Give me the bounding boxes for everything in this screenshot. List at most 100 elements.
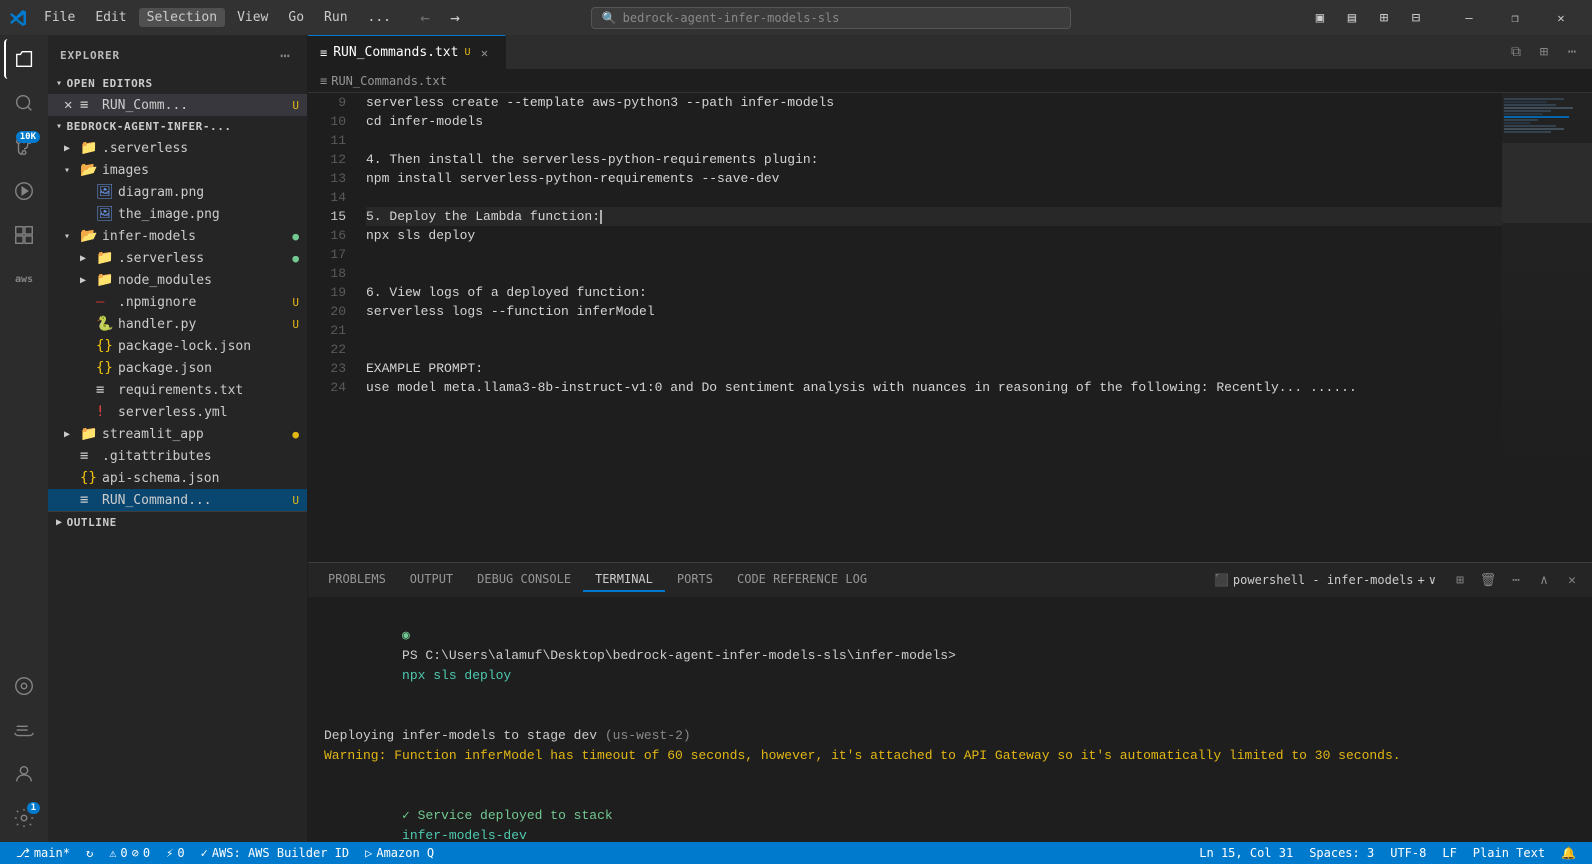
streamlit-arrow: ▶ <box>64 429 80 440</box>
aws-icon[interactable]: aws <box>4 259 44 299</box>
open-in-editor-btn[interactable]: ⧉ <box>1504 40 1528 64</box>
errors-status[interactable]: ⚠ 0 ⊘ 0 <box>101 842 158 864</box>
split-editor-btn[interactable]: ⊞ <box>1532 40 1556 64</box>
project-label: BEDROCK-AGENT-INFER-... <box>67 120 232 133</box>
explorer-icon[interactable] <box>4 39 44 79</box>
menu-go[interactable]: Go <box>280 8 312 27</box>
term-line-3: Deploying infer-models to stage dev (us-… <box>324 726 1576 746</box>
menu-view[interactable]: View <box>229 8 276 27</box>
eol-status[interactable]: LF <box>1434 846 1464 860</box>
split-terminal-btn[interactable]: ⊞ <box>1448 568 1472 592</box>
menu-selection[interactable]: Selection <box>139 8 225 27</box>
encoding-status[interactable]: UTF-8 <box>1382 846 1434 860</box>
menu-edit[interactable]: Edit <box>87 8 134 27</box>
run-commands-tab[interactable]: ≡ RUN_Commands.txt U ✕ <box>308 35 506 69</box>
new-file-button[interactable]: ⋯ <box>275 45 295 65</box>
code-content[interactable]: serverless create --template aws-python3… <box>358 93 1502 562</box>
open-editor-run-commands[interactable]: ✕ ≡ RUN_Comm... U <box>48 94 307 116</box>
run-commands-label: RUN_Command... <box>102 493 292 508</box>
handler-py-file[interactable]: 🐍 handler.py U <box>48 313 307 335</box>
source-control-badge: 10K <box>16 131 40 143</box>
remote-icon[interactable] <box>4 666 44 706</box>
file-tree: ▶ 📁 .serverless ▾ 📂 images 🖼 diagram.png <box>48 137 307 511</box>
node-modules-folder[interactable]: ▶ 📁 node_modules <box>48 269 307 291</box>
extensions-icon[interactable] <box>4 215 44 255</box>
more-terminal-btn[interactable]: ⋯ <box>1504 568 1528 592</box>
layout-panel-btn[interactable]: ▤ <box>1338 7 1366 29</box>
account-icon[interactable] <box>4 754 44 794</box>
cursor-position[interactable]: Ln 15, Col 31 <box>1191 846 1301 860</box>
language-status[interactable]: Plain Text <box>1465 846 1553 860</box>
gitattributes-file[interactable]: ≡ .gitattributes <box>48 445 307 467</box>
close-panel-btn[interactable]: ✕ <box>1560 568 1584 592</box>
requirements-txt-file[interactable]: ≡ requirements.txt <box>48 379 307 401</box>
code-line-15: 5. Deploy the Lambda function: <box>366 207 1502 226</box>
code-line-11 <box>366 131 1502 150</box>
amazon-q-status[interactable]: ▷ Amazon Q <box>357 842 442 864</box>
problems-tab[interactable]: PROBLEMS <box>316 568 398 592</box>
outline-header[interactable]: ▶ OUTLINE <box>48 512 307 533</box>
serverless-yml-file[interactable]: ! serverless.yml <box>48 401 307 423</box>
search-icon[interactable] <box>4 83 44 123</box>
terminal-output[interactable]: ◉ PS C:\Users\alamuf\Desktop\bedrock-age… <box>308 598 1592 842</box>
tab-close-button[interactable]: ✕ <box>477 45 493 61</box>
images-folder[interactable]: ▾ 📂 images <box>48 159 307 181</box>
terminal-instance-btn[interactable]: ⬛ powershell - infer-models + ∨ <box>1206 571 1444 589</box>
project-header[interactable]: ▾ BEDROCK-AGENT-INFER-... <box>48 116 307 137</box>
editor-body[interactable]: 9 10 11 12 13 14 15 16 17 18 19 20 21 22… <box>308 93 1592 562</box>
run-debug-icon[interactable] <box>4 171 44 211</box>
aws-builder-status[interactable]: ✓ AWS: AWS Builder ID <box>193 842 358 864</box>
maximize-panel-btn[interactable]: ∧ <box>1532 568 1556 592</box>
terminal-tab[interactable]: TERMINAL <box>583 568 665 592</box>
output-tab[interactable]: OUTPUT <box>398 568 465 592</box>
forward-button[interactable]: → <box>441 7 469 29</box>
package-json-file[interactable]: {} package.json <box>48 357 307 379</box>
settings-icon[interactable]: 1 <box>4 798 44 838</box>
close-icon[interactable]: ✕ <box>64 97 80 113</box>
images-arrow: ▾ <box>64 165 80 176</box>
infer-serverless-folder[interactable]: ▶ 📁 .serverless ● <box>48 247 307 269</box>
menu-more[interactable]: ... <box>360 8 399 27</box>
infer-models-folder[interactable]: ▾ 📂 infer-models ● <box>48 225 307 247</box>
back-button[interactable]: ← <box>411 7 439 29</box>
streamlit-folder[interactable]: ▶ 📁 streamlit_app ● <box>48 423 307 445</box>
spaces-status[interactable]: Spaces: 3 <box>1301 846 1382 860</box>
notifications-status[interactable]: ⚡ 0 <box>158 842 192 864</box>
layout-grid-btn[interactable]: ⊟ <box>1402 7 1430 29</box>
api-schema-file[interactable]: {} api-schema.json <box>48 467 307 489</box>
sync-status[interactable]: ↻ <box>78 842 101 864</box>
requirements-label: requirements.txt <box>118 383 307 398</box>
terminal-panel: PROBLEMS OUTPUT DEBUG CONSOLE TERMINAL P… <box>308 562 1592 842</box>
source-control-icon[interactable]: 10K <box>4 127 44 167</box>
debug-console-tab[interactable]: DEBUG CONSOLE <box>465 568 583 592</box>
window-controls: — ❐ ✕ <box>1446 0 1584 35</box>
layout-split-btn[interactable]: ⊞ <box>1370 7 1398 29</box>
menu-run[interactable]: Run <box>316 8 355 27</box>
layout-sidebar-btn[interactable]: ▣ <box>1306 7 1334 29</box>
breadcrumb-icon: ≡ <box>320 74 327 88</box>
serverless-folder[interactable]: ▶ 📁 .serverless <box>48 137 307 159</box>
vscode-logo <box>8 8 28 28</box>
the-image-png[interactable]: 🖼 the_image.png <box>48 203 307 225</box>
ports-tab[interactable]: PORTS <box>665 568 725 592</box>
package-lock-file[interactable]: {} package-lock.json <box>48 335 307 357</box>
diagram-png[interactable]: 🖼 diagram.png <box>48 181 307 203</box>
term-line-1: ◉ PS C:\Users\alamuf\Desktop\bedrock-age… <box>324 606 1576 706</box>
npmignore-file[interactable]: — .npmignore U <box>48 291 307 313</box>
minimize-button[interactable]: — <box>1446 0 1492 35</box>
menu-file[interactable]: File <box>36 8 83 27</box>
docker-icon[interactable] <box>4 710 44 750</box>
run-commands-file[interactable]: ≡ RUN_Command... U <box>48 489 307 511</box>
close-button[interactable]: ✕ <box>1538 0 1584 35</box>
more-actions-btn[interactable]: ⋯ <box>1560 40 1584 64</box>
open-editors-header[interactable]: ▾ OPEN EDITORS <box>48 73 307 94</box>
editor-area: ≡ RUN_Commands.txt U ✕ ⧉ ⊞ ⋯ ≡ RUN_Comma… <box>308 35 1592 842</box>
bell-status[interactable]: 🔔 <box>1553 846 1584 860</box>
maximize-button[interactable]: ❐ <box>1492 0 1538 35</box>
branch-status[interactable]: ⎇ main* <box>8 842 78 864</box>
code-reference-tab[interactable]: CODE REFERENCE LOG <box>725 568 879 592</box>
api-icon: {} <box>80 470 98 486</box>
search-box[interactable]: 🔍 bedrock-agent-infer-models-sls <box>591 7 1071 29</box>
kill-terminal-btn[interactable]: 🗑 <box>1476 568 1500 592</box>
tab-label: RUN_Commands.txt <box>333 45 458 60</box>
